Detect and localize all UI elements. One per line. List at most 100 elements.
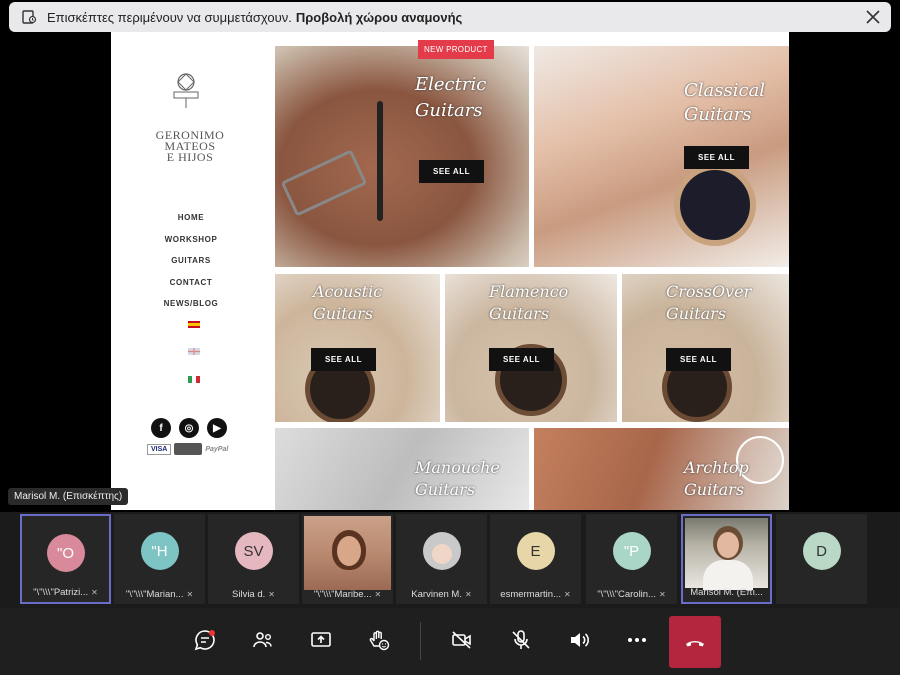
toolbar-divider [420, 622, 421, 660]
leave-call-button[interactable] [669, 616, 721, 668]
nav-contact: CONTACT [169, 277, 213, 287]
avatar: SV [234, 532, 273, 570]
participant-tile[interactable]: E esmermartin... ✕ [490, 514, 581, 604]
see-all-button: SEE ALL [311, 348, 376, 371]
see-all-button: SEE ALL [684, 146, 749, 169]
participant-tile[interactable]: Karvinen M. ✕ [396, 514, 487, 604]
tile-title: CrossOver [666, 282, 752, 301]
camera-toggle-button[interactable] [440, 618, 484, 662]
close-icon [866, 10, 880, 24]
tile-title: Manouche [415, 458, 500, 477]
participant-tile[interactable]: Marisol M. (Επι... [681, 514, 772, 604]
tile-subtitle: Guitars [684, 480, 745, 499]
mic-muted-icon: ✕ [659, 590, 666, 599]
youtube-icon: ▶ [207, 418, 227, 438]
participant-name: "\"\\\"Carolin... ✕ [586, 589, 677, 600]
avatar: "P [612, 532, 651, 570]
participant-name: Silvia d. ✕ [208, 589, 299, 600]
tile-crossover-guitars: CrossOver Guitars SEE ALL [622, 274, 789, 422]
tile-title: Acoustic [313, 282, 383, 301]
brand-logo-icon [173, 73, 199, 108]
participant-tile[interactable]: D [776, 514, 867, 604]
brand-name: GERONIMO MATEOS E HIJOS [135, 129, 245, 163]
people-icon [253, 632, 272, 648]
nav-home: HOME [177, 213, 205, 222]
tile-electric-guitars: Electric Guitars SEE ALL [275, 46, 529, 267]
chat-icon [194, 630, 215, 651]
participant-name-text: "\"\\\"Marian... [125, 589, 184, 600]
tile-title: Archtop [684, 458, 749, 477]
mic-muted-icon: ✕ [91, 588, 98, 597]
see-all-button: SEE ALL [489, 348, 554, 371]
mic-muted-icon: ✕ [268, 590, 275, 599]
speaker-button[interactable] [557, 618, 601, 662]
participant-name-text: Silvia d. [232, 589, 266, 600]
participant-tile[interactable]: "P "\"\\\"Carolin... ✕ [586, 514, 677, 604]
close-banner-button[interactable] [863, 7, 883, 27]
avatar: E [516, 532, 555, 570]
tile-title: Electric [415, 74, 487, 95]
tile-subtitle: Guitars [489, 304, 550, 323]
speaker-icon [571, 633, 590, 647]
participant-name-text: "\"\\\"Maribe... [313, 589, 372, 600]
avatar: D [802, 532, 841, 570]
more-icon [628, 638, 646, 642]
participant-name: Marisol M. (Επι... [683, 587, 770, 598]
nav-workshop: WORKSHOP [164, 234, 218, 244]
banner-message: Επισκέπτες περιμένουν να συμμετάσχουν. [47, 9, 292, 25]
instagram-icon: ◎ [179, 418, 199, 438]
tile-archtop-guitars: Archtop Guitars [534, 428, 789, 510]
tile-subtitle: Guitars [684, 104, 752, 125]
participant-name-text: "\"\\\"Patrizi... [33, 587, 89, 598]
more-options-button[interactable] [615, 618, 659, 662]
tile-subtitle: Guitars [313, 304, 374, 323]
participant-tile[interactable]: "\"\\\"Maribe... ✕ [302, 514, 393, 604]
reactions-button[interactable] [357, 618, 401, 662]
participant-name-text: Karvinen M. [411, 589, 462, 600]
participant-name: "\"\\\"Marian... ✕ [114, 589, 205, 600]
chat-button[interactable] [183, 618, 227, 662]
avatar: "H [140, 532, 179, 570]
participant-name-text: esmermartin... [500, 589, 561, 600]
participant-name: "\"\\\"Maribe... ✕ [302, 589, 393, 600]
participant-tile[interactable]: SV Silvia d. ✕ [208, 514, 299, 604]
mic-muted-icon: ✕ [464, 590, 472, 599]
participant-tile[interactable]: "O "\"\\\"Patrizi... ✕ [20, 514, 111, 604]
mic-toggle-button[interactable] [499, 618, 543, 662]
tile-acoustic-guitars: Acoustic Guitars SEE ALL [275, 274, 440, 422]
italy-flag-icon [188, 376, 200, 383]
avatar-photo [422, 532, 461, 570]
nav-guitars: GUITARS [171, 256, 211, 265]
participant-tile[interactable]: "H "\"\\\"Marian... ✕ [114, 514, 205, 604]
mic-muted-icon: ✕ [564, 590, 571, 599]
website-nav: HOME WORKSHOP GUITARS CONTACT NEWS/BLOG [141, 212, 241, 320]
tile-title: Flamenco [489, 282, 569, 301]
view-lobby-link[interactable]: Προβολή χώρου αναμονής [296, 10, 462, 25]
participant-video [685, 518, 768, 590]
paypal-logo: PayPal [205, 445, 229, 453]
tile-manouche-guitars: Manouche Guitars [275, 428, 529, 510]
tile-subtitle: Guitars [666, 304, 727, 323]
hang-up-icon [686, 641, 704, 647]
social-links: f ◎ ▶ [151, 418, 227, 438]
facebook-icon: f [151, 418, 171, 438]
participant-name: "\"\\\"Patrizi... ✕ [22, 587, 109, 598]
share-screen-button[interactable] [299, 618, 343, 662]
share-screen-icon [311, 632, 331, 647]
tile-flamenco-guitars: Flamenco Guitars SEE ALL [445, 274, 617, 422]
mic-muted-icon: ✕ [186, 590, 194, 599]
participant-gallery[interactable]: "O "\"\\\"Patrizi... ✕ "H "\"\\\"Marian..… [0, 512, 900, 608]
participant-name-text: "\"\\\"Carolin... [597, 589, 656, 600]
see-all-button: SEE ALL [419, 160, 484, 183]
new-product-badge: NEW PRODUCT [418, 40, 494, 59]
lobby-icon [21, 9, 37, 25]
spain-flag-icon [188, 321, 200, 328]
tile-subtitle: Guitars [415, 100, 483, 121]
mic-off-icon [512, 630, 530, 649]
payment-logos: VISA PayPal [147, 443, 228, 455]
avatar: "O [46, 534, 85, 572]
camera-off-icon [452, 631, 471, 649]
participants-button[interactable] [241, 618, 285, 662]
mic-muted-icon: ✕ [374, 590, 382, 599]
raise-hand-icon [369, 630, 390, 651]
